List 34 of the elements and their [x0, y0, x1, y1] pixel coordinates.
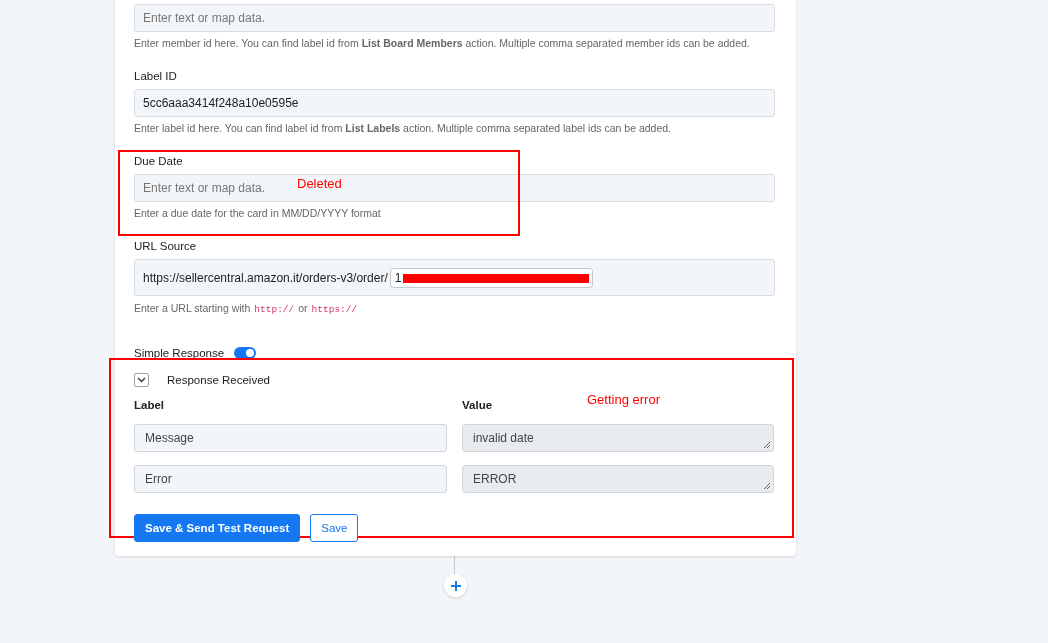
resize-handle-icon	[763, 441, 771, 449]
column-header: Label	[134, 399, 165, 411]
order-id-field[interactable]: 1	[389, 267, 593, 288]
send-test-button[interactable]: Save & Send Test Request	[134, 514, 301, 542]
toggle-switch[interactable]	[234, 347, 257, 359]
section-title: Response Received	[167, 374, 270, 386]
url-prefix: https://sellercentral.amazon.it/orders-v3/order/	[143, 270, 388, 285]
url-field[interactable]: https://sellercentral.amazon.it/orders-v3/order/ 1	[134, 259, 775, 296]
value-field[interactable]: ERROR	[462, 465, 774, 493]
value-field[interactable]: invalid date	[462, 424, 774, 452]
field-label: Due Date	[134, 155, 184, 167]
collapse-toggle[interactable]	[134, 373, 149, 387]
text-field[interactable]: Enter text or map data.	[134, 4, 775, 32]
save-button[interactable]: Save	[310, 514, 359, 542]
label-field[interactable]: Message	[134, 424, 447, 452]
help-text: Enter a due date for the card in MM/DD/YYYY format	[134, 207, 382, 219]
column-header: Value	[462, 399, 493, 411]
resize-handle-icon	[763, 482, 771, 490]
code-text: https://	[311, 304, 358, 315]
chevron-down-icon	[137, 377, 146, 383]
help-text: Enter label id here. You can find label id from List Labels action. Multiple comma separated label ids can be added.	[134, 122, 672, 134]
field-label: URL Source	[134, 240, 198, 252]
help-text: Enter member id here. You can find label id from List Board Members action. Multiple comma separated member ids can be added.	[134, 37, 751, 49]
field-label: Label ID	[134, 70, 178, 82]
plus-icon	[450, 580, 461, 591]
help-text: Enter a URL starting with	[134, 302, 251, 314]
add-step-button[interactable]	[444, 574, 467, 597]
text-field[interactable]: 5cc6aaa3414f248a10e0595e	[134, 89, 775, 117]
toggle-label: Simple Response	[134, 347, 225, 359]
help-text: or	[298, 302, 308, 314]
annotation-note: Getting error	[587, 392, 660, 407]
annotation-note: Deleted	[297, 176, 342, 191]
code-text: http://	[254, 304, 295, 315]
label-field[interactable]: Error	[134, 465, 447, 493]
